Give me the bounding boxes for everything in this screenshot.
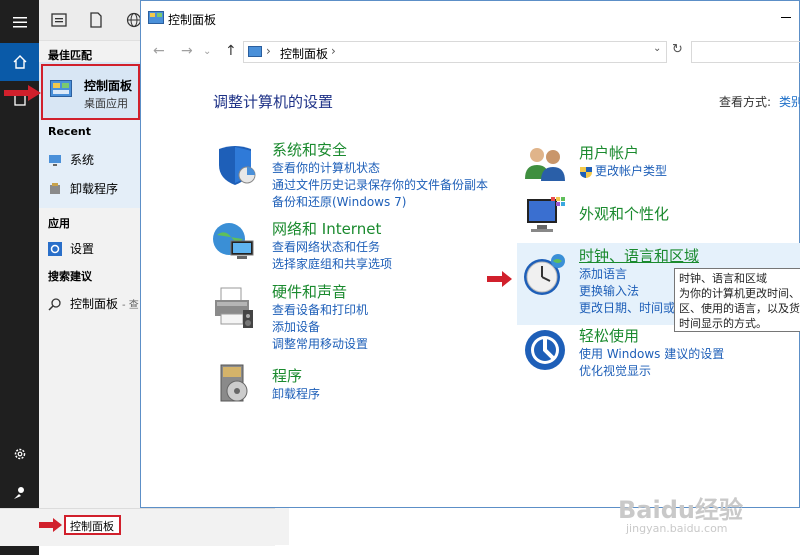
best-match-title: 控制面板 <box>84 79 133 93</box>
uac-shield-icon <box>580 166 592 178</box>
tooltip-line: 时钟、语言和区域 <box>679 272 767 285</box>
window-title: 控制面板 <box>168 13 217 27</box>
category-link[interactable]: 优化视觉显示 <box>579 363 724 380</box>
breadcrumb-icon <box>248 46 262 57</box>
shield-icon <box>219 146 256 185</box>
app-item-label: 设置 <box>70 242 95 256</box>
clock-icon <box>524 254 565 295</box>
address-box[interactable]: › 控制面板 › <box>243 41 667 63</box>
category-appearance: 外观和个性化 <box>579 204 669 224</box>
best-match-header: 最佳匹配 <box>48 49 92 62</box>
minimize-button[interactable] <box>781 17 791 18</box>
window-search-box[interactable] <box>691 41 800 63</box>
user-feedback-icon[interactable] <box>0 474 39 512</box>
start-search-input[interactable]: 控制面板 <box>64 515 121 535</box>
forward-arrow-icon[interactable]: → <box>181 43 193 59</box>
breadcrumb-chevron-icon: › <box>266 44 271 58</box>
category-link[interactable]: 更改帐户类型 <box>595 163 667 180</box>
category-link-row: 更改帐户类型 <box>579 163 667 180</box>
page-heading: 调整计算机的设置 <box>213 93 334 111</box>
control-panel-icon <box>50 80 72 97</box>
ease-of-access-icon <box>525 330 565 370</box>
recent-header: Recent <box>48 125 92 138</box>
printer-icon <box>215 287 253 328</box>
red-arrow-best-match <box>4 85 41 101</box>
app-filter-icon[interactable] <box>51 12 67 28</box>
recent-item-system[interactable]: 系统 <box>48 151 94 168</box>
appearance-icon <box>527 197 565 232</box>
suggestion-item[interactable]: 控制面板 - 查 <box>48 295 139 312</box>
category-title[interactable]: 系统和安全 <box>272 140 488 160</box>
users-icon <box>525 148 565 181</box>
recent-item-label: 系统 <box>70 153 95 167</box>
category-link[interactable]: 通过文件历史记录保存你的文件备份副本 <box>272 177 488 194</box>
category-title[interactable]: 时钟、语言和区域 <box>579 246 699 266</box>
apps-header: 应用 <box>48 217 70 230</box>
search-icon <box>48 297 61 311</box>
category-title[interactable]: 外观和个性化 <box>579 204 669 224</box>
address-dropdown-icon[interactable]: ⌄ <box>653 43 661 54</box>
category-network-internet: 网络和 Internet 查看网络状态和任务 选择家庭组和共享选项 <box>272 219 392 273</box>
red-arrow-search <box>39 518 62 532</box>
breadcrumb: 控制面板 <box>280 47 329 61</box>
tooltip-line: 为你的计算机更改时间、 <box>679 287 800 300</box>
red-arrow-clock-region <box>487 271 512 287</box>
view-by-label: 查看方式: <box>719 95 772 109</box>
category-link[interactable]: 调整常用移动设置 <box>272 336 368 353</box>
tooltip-line: 时间显示的方式。 <box>679 317 767 330</box>
suggestion-suffix: - 查 <box>122 300 139 311</box>
recent-item-label: 卸载程序 <box>70 182 119 196</box>
hamburger-menu-icon[interactable] <box>0 3 39 41</box>
watermark-url: jingyan.baidu.com <box>626 522 728 535</box>
category-title[interactable]: 网络和 Internet <box>272 219 392 239</box>
recent-locations-icon[interactable]: ⌄ <box>203 46 211 57</box>
category-link[interactable]: 查看你的计算机状态 <box>272 160 488 177</box>
system-icon <box>49 154 61 166</box>
settings-gear-icon[interactable] <box>0 435 39 473</box>
programs-icon <box>220 364 248 402</box>
settings-icon <box>48 241 62 256</box>
up-arrow-icon[interactable]: ↑ <box>225 43 237 59</box>
category-title[interactable]: 硬件和声音 <box>272 282 368 302</box>
category-link[interactable]: 查看网络状态和任务 <box>272 239 392 256</box>
recent-item-uninstall[interactable]: 卸载程序 <box>48 180 118 197</box>
category-hardware-sound: 硬件和声音 查看设备和打印机 添加设备 调整常用移动设置 <box>272 282 368 353</box>
category-ease-of-access: 轻松使用 使用 Windows 建议的设置 优化视觉显示 <box>579 326 724 380</box>
category-title[interactable]: 用户帐户 <box>579 143 667 163</box>
view-by-dropdown[interactable]: 类别 <box>779 95 800 109</box>
category-title[interactable]: 程序 <box>272 366 320 386</box>
best-match-subtitle: 桌面应用 <box>84 97 128 110</box>
watermark-brand: Baidu经验 <box>618 496 743 524</box>
uninstall-icon <box>50 182 60 194</box>
window-titlebar: 控制面板 <box>141 1 799 35</box>
app-item-settings[interactable]: 设置 <box>48 240 94 257</box>
breadcrumb-chevron-icon: › <box>331 44 336 58</box>
category-link[interactable]: 卸载程序 <box>272 386 320 403</box>
category-link[interactable]: 查看设备和打印机 <box>272 302 368 319</box>
control-panel-window: 控制面板 ← → ⌄ ↑ › 控制面板 › ⌄ ↻ 调整计算机的设置 查看方式:… <box>140 0 800 508</box>
document-filter-icon[interactable] <box>88 12 104 28</box>
network-icon <box>213 223 254 259</box>
view-by: 查看方式: 类别 <box>719 93 800 110</box>
home-icon[interactable] <box>0 43 39 81</box>
tooltip-line: 区、使用的语言，以及货 <box>679 302 800 315</box>
category-link[interactable]: 使用 Windows 建议的设置 <box>579 346 724 363</box>
category-link[interactable]: 添加设备 <box>272 319 368 336</box>
refresh-icon[interactable]: ↻ <box>672 42 683 57</box>
back-arrow-icon[interactable]: ← <box>153 43 165 59</box>
category-link[interactable]: 选择家庭组和共享选项 <box>272 256 392 273</box>
category-system-security: 系统和安全 查看你的计算机状态 通过文件历史记录保存你的文件备份副本 备份和还原… <box>272 140 488 211</box>
search-suggestions-header: 搜索建议 <box>48 270 92 283</box>
address-bar-row: ← → ⌄ ↑ › 控制面板 › ⌄ ↻ <box>141 37 800 67</box>
category-user-accounts: 用户帐户 更改帐户类型 <box>579 143 667 180</box>
suggestion-label: 控制面板 <box>70 297 119 311</box>
category-link[interactable]: 备份和还原(Windows 7) <box>272 194 488 211</box>
control-panel-title-icon <box>148 11 164 24</box>
category-programs: 程序 卸载程序 <box>272 366 320 403</box>
taskbar <box>0 0 39 555</box>
tooltip: 时钟、语言和区域 为你的计算机更改时间、 区、使用的语言，以及货 时间显示的方式… <box>674 268 800 332</box>
